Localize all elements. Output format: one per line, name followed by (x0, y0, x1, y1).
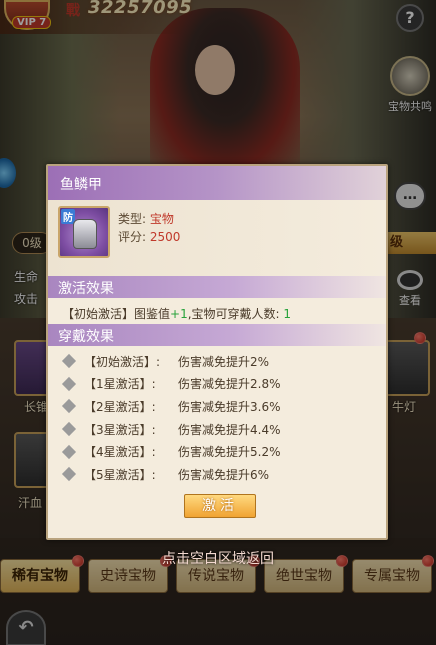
popup-title: 鱼鳞甲 (60, 177, 102, 193)
effect-row: 【初始激活】: 伤害减免提升2% (60, 350, 380, 373)
close-hint: 点击空白区域返回 (162, 551, 274, 567)
item-summary: 防 类型: 宝物 评分: 2500 (48, 200, 386, 276)
armor-icon: 防 (58, 206, 110, 258)
effect-row: 【2星激活】: 伤害减免提升3.6% (60, 395, 380, 418)
activate-button[interactable]: 激活 (184, 494, 256, 518)
item-type: 类型: 宝物 (118, 212, 174, 226)
armor-shape (73, 219, 97, 249)
bullet-diamond-icon (61, 422, 77, 437)
treasure-detail-popup: 鱼鳞甲 防 类型: 宝物 评分: 2500 激活效果 【初始激活】图鉴值+1,宝… (46, 164, 388, 540)
item-type-value: 宝物 (149, 212, 174, 226)
bullet-diamond-icon (61, 399, 77, 414)
item-score-value: 2500 (149, 230, 181, 244)
bullet-diamond-icon (61, 444, 77, 459)
item-score: 评分: 2500 (118, 230, 181, 244)
bullet-diamond-icon (61, 354, 77, 369)
wear-section-title: 穿戴效果 (58, 329, 114, 345)
activation-effect-text: 【初始激活】图鉴值+1,宝物可穿戴人数: 1 (62, 307, 292, 321)
bullet-diamond-icon (61, 376, 77, 391)
activation-section-header: 激活效果 (48, 276, 386, 298)
effect-row: 【5星激活】: 伤害减免提升6% (60, 463, 380, 486)
effect-row: 【3星激活】: 伤害减免提升4.4% (60, 418, 380, 441)
bullet-diamond-icon (61, 467, 77, 482)
popup-title-bar: 鱼鳞甲 (48, 166, 386, 200)
effect-row: 【1星激活】: 伤害减免提升2.8% (60, 373, 380, 396)
effect-row: 【4星激活】: 伤害减免提升5.2% (60, 440, 380, 463)
activation-section-title: 激活效果 (58, 281, 114, 297)
wear-section-header: 穿戴效果 (48, 324, 386, 346)
wear-effect-list: 【初始激活】: 伤害减免提升2% 【1星激活】: 伤害减免提升2.8% 【2星激活】… (60, 350, 380, 486)
